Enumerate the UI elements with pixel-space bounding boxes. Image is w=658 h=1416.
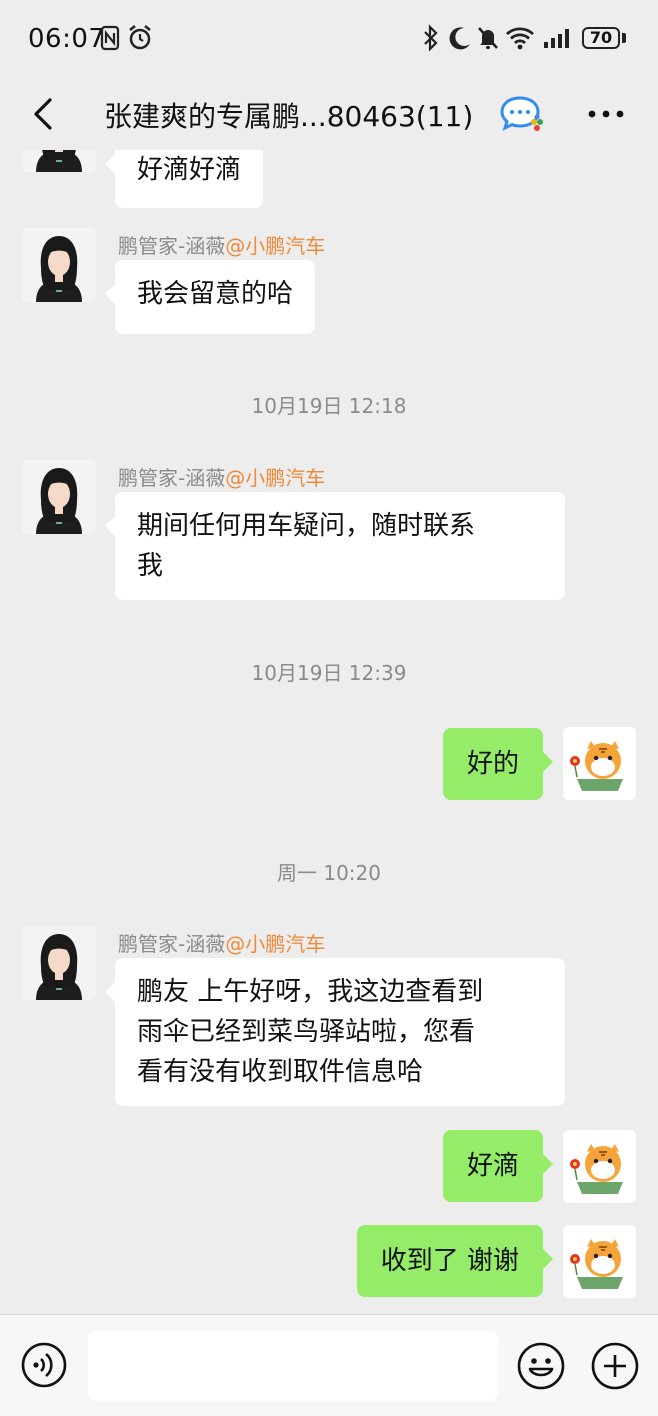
- message-text: 好滴: [466, 1151, 519, 1181]
- sender-org-tag: @小鹏汽车: [225, 932, 326, 956]
- emoji-icon[interactable]: [516, 1341, 566, 1391]
- plus-icon[interactable]: [590, 1341, 640, 1391]
- avatar[interactable]: [22, 228, 96, 302]
- battery-tip: [622, 33, 626, 43]
- avatar[interactable]: [22, 926, 96, 1000]
- moon-icon: [449, 27, 470, 50]
- chat-messages[interactable]: 好滴好滴 鹏管家-涵薇@小鹏汽车 我会留意的哈 10月19日 12:18 鹏管家…: [0, 150, 658, 1314]
- nfc-icon: [100, 25, 120, 51]
- sender-name: 鹏管家-涵薇@小鹏汽车: [118, 932, 326, 956]
- message-text-line: 雨伞已经到菜鸟驿站啦，您看: [137, 1017, 476, 1047]
- message-bubble-outgoing[interactable]: 好的: [442, 728, 554, 800]
- group-chat-icon[interactable]: [500, 94, 544, 134]
- message-text-line: 看有没有收到取件信息哈: [137, 1057, 424, 1087]
- status-time: 06:07: [28, 24, 106, 54]
- message-text-line: 我: [137, 551, 164, 581]
- message-bubble-incoming[interactable]: 好滴好滴: [104, 150, 264, 208]
- battery-indicator: 70: [582, 27, 620, 49]
- avatar[interactable]: [22, 150, 96, 172]
- message-text: 好滴好滴: [137, 155, 242, 185]
- mute-icon: [478, 27, 498, 49]
- message-text-line: 鹏友 上午好呀，我这边查看到: [137, 977, 484, 1007]
- message-bubble-outgoing[interactable]: 好滴: [442, 1130, 554, 1202]
- message-bubble-incoming[interactable]: 我会留意的哈: [104, 260, 316, 334]
- message-timestamp: 10月19日 12:39: [251, 661, 407, 685]
- self-avatar[interactable]: [563, 1225, 636, 1298]
- more-icon[interactable]: [584, 96, 628, 132]
- chat-header: 张建爽的专属鹏...80463(11): [0, 80, 658, 150]
- message-timestamp: 周一 10:20: [277, 861, 381, 885]
- self-avatar[interactable]: [563, 727, 636, 800]
- sender-name: 鹏管家-涵薇@小鹏汽车: [118, 466, 326, 490]
- back-arrow-icon[interactable]: [24, 94, 64, 134]
- message-bubble-incoming[interactable]: 期间任何用车疑问，随时联系 我: [105, 492, 565, 600]
- message-text-line: 期间任何用车疑问，随时联系: [137, 511, 476, 541]
- voice-icon[interactable]: [20, 1341, 68, 1389]
- sender-org-tag: @小鹏汽车: [225, 466, 326, 490]
- avatar[interactable]: [22, 460, 96, 534]
- sender-org-tag: @小鹏汽车: [225, 234, 326, 258]
- status-bar: 06:07 70: [0, 0, 658, 80]
- message-bubble-outgoing[interactable]: 收到了 谢谢: [356, 1225, 554, 1297]
- alarm-icon: [129, 25, 151, 50]
- message-text: 好的: [466, 749, 519, 779]
- chat-title[interactable]: 张建爽的专属鹏...80463(11): [104, 95, 473, 135]
- message-input[interactable]: [88, 1331, 498, 1401]
- message-text: 收到了 谢谢: [380, 1246, 519, 1276]
- message-text: 我会留意的哈: [137, 279, 294, 309]
- bluetooth-icon: [424, 24, 438, 52]
- message-timestamp: 10月19日 12:18: [251, 394, 407, 418]
- self-avatar[interactable]: [563, 1130, 636, 1203]
- sender-name: 鹏管家-涵薇@小鹏汽车: [118, 234, 326, 258]
- signal-icon: [544, 29, 569, 48]
- wifi-icon: [506, 27, 534, 50]
- message-bubble-incoming[interactable]: 鹏友 上午好呀，我这边查看到 雨伞已经到菜鸟驿站啦，您看 看有没有收到取件信息哈: [105, 958, 565, 1106]
- input-bar: [0, 1314, 658, 1416]
